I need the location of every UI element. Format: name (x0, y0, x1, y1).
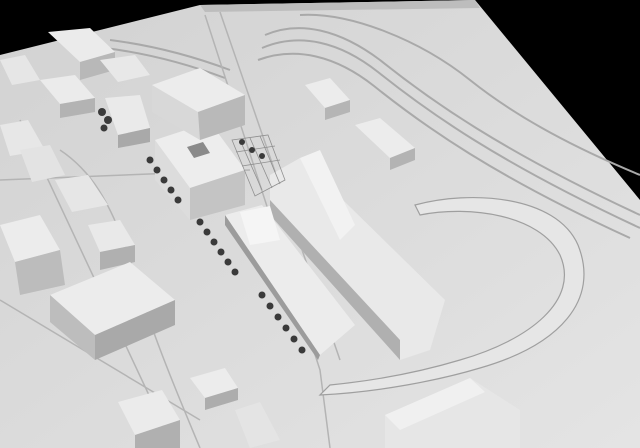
model-photo (0, 0, 640, 448)
